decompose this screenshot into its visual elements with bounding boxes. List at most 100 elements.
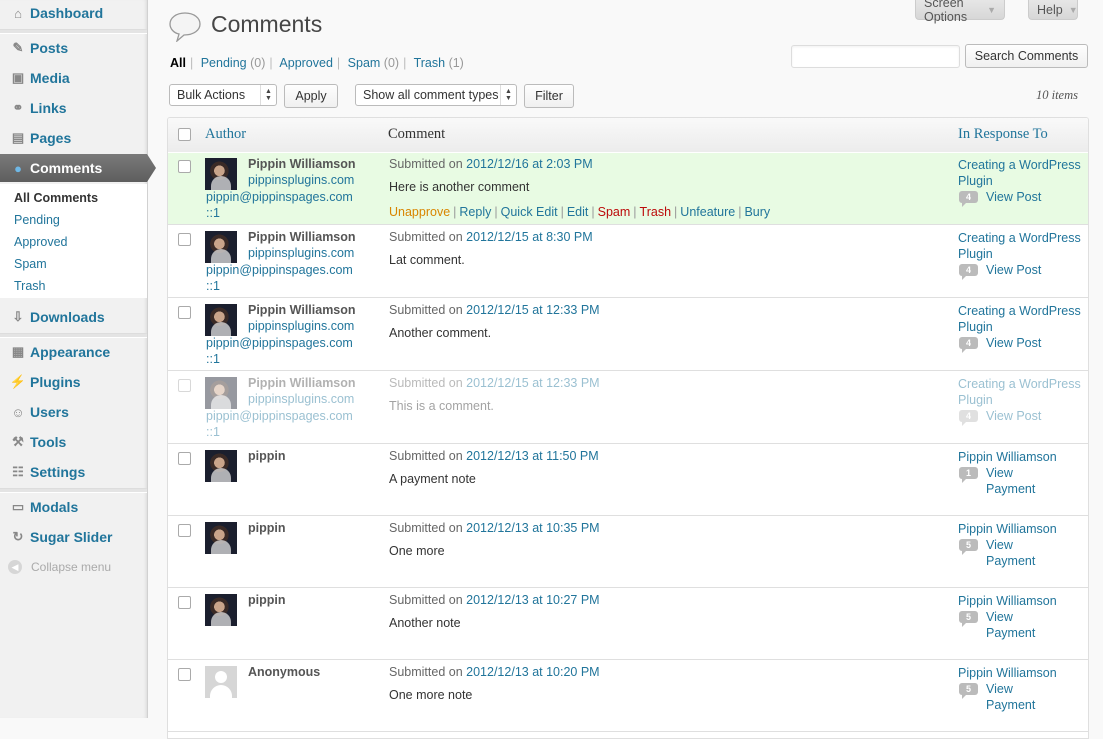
submenu-pending[interactable]: Pending (14, 213, 60, 227)
comment-count-bubble-icon[interactable]: 5 (959, 539, 978, 555)
menu-links[interactable]: ⚭ Links (0, 96, 147, 120)
author-url[interactable]: pippinsplugins.com (248, 392, 354, 406)
response-post-link[interactable]: Creating a WordPress Plugin (958, 303, 1086, 335)
comment-date[interactable]: 2012/12/15 at 12:33 PM (466, 376, 599, 390)
submenu-spam[interactable]: Spam (14, 257, 47, 271)
response-post-link[interactable]: Pippin Williamson (958, 665, 1086, 681)
menu-users[interactable]: ☺ Users (0, 400, 147, 424)
comment-date[interactable]: 2012/12/13 at 11:50 PM (466, 449, 599, 463)
filter-approved[interactable]: Approved (279, 56, 333, 70)
bulk-actions-select[interactable]: Bulk Actions ▲ ▼ (169, 84, 277, 106)
collapse-menu[interactable]: ◀ Collapse menu (8, 560, 111, 574)
view-post-link[interactable]: View Post (986, 408, 1041, 424)
menu-pages[interactable]: ▤ Pages (0, 126, 147, 150)
unfeature-action[interactable]: Unfeature (680, 205, 735, 219)
edit-action[interactable]: Edit (567, 205, 589, 219)
comment-date[interactable]: 2012/12/13 at 10:20 PM (466, 665, 599, 679)
author-email[interactable]: pippin@pippinspages.com (206, 409, 353, 423)
search-comments-button[interactable]: Search Comments (965, 44, 1088, 68)
author-ip[interactable]: ::1 (206, 425, 220, 439)
view-post-link[interactable]: View Post (986, 262, 1041, 278)
menu-dashboard[interactable]: ⌂ Dashboard (0, 1, 147, 25)
column-in-response-to[interactable]: In Response To (958, 126, 1048, 143)
view-post-link[interactable]: View Post (986, 335, 1041, 351)
trash-action[interactable]: Trash (640, 205, 672, 219)
comment-date[interactable]: 2012/12/15 at 8:30 PM (466, 230, 592, 244)
response-post-link[interactable]: Creating a WordPress Plugin (958, 157, 1086, 189)
author-email[interactable]: pippin@pippinspages.com (206, 336, 353, 350)
author-email[interactable]: pippin@pippinspages.com (206, 190, 353, 204)
menu-posts[interactable]: ✎ Posts (0, 36, 147, 60)
row-checkbox[interactable] (178, 524, 191, 537)
comment-count-bubble-icon[interactable]: 5 (959, 683, 978, 699)
menu-settings[interactable]: ☷ Settings (0, 460, 147, 484)
author-ip[interactable]: ::1 (206, 279, 220, 293)
select-all-checkbox[interactable] (178, 128, 191, 141)
search-input[interactable] (791, 45, 960, 68)
menu-comments[interactable]: ● Comments (0, 154, 156, 182)
menu-downloads[interactable]: ⇩ Downloads (0, 305, 147, 329)
row-checkbox[interactable] (178, 596, 191, 609)
spam-action[interactable]: Spam (598, 205, 631, 219)
submitted-on: Submitted on 2012/12/15 at 12:33 PM (389, 376, 600, 390)
author-url[interactable]: pippinsplugins.com (248, 246, 354, 260)
comment-type-select[interactable]: Show all comment types ▲ ▼ (355, 84, 517, 106)
row-checkbox[interactable] (178, 452, 191, 465)
comment-date[interactable]: 2012/12/16 at 2:03 PM (466, 157, 592, 171)
menu-sugar-slider[interactable]: ↻ Sugar Slider (0, 525, 147, 549)
comment-count-bubble-icon[interactable]: 4 (959, 337, 978, 353)
author-ip[interactable]: ::1 (206, 352, 220, 366)
filter-pending[interactable]: Pending (201, 56, 247, 70)
row-checkbox[interactable] (178, 233, 191, 246)
response-post-link[interactable]: Pippin Williamson (958, 449, 1086, 465)
submenu-all-comments[interactable]: All Comments (14, 191, 98, 205)
filter-trash[interactable]: Trash (414, 56, 446, 70)
author-url[interactable]: pippinsplugins.com (248, 319, 354, 333)
row-checkbox[interactable] (178, 379, 191, 392)
comment-count-bubble-icon[interactable]: 4 (959, 410, 978, 426)
plug-icon: ⚡ (9, 374, 27, 389)
filter-button[interactable]: Filter (524, 84, 574, 108)
menu-tools[interactable]: ⚒ Tools (0, 430, 147, 454)
row-checkbox[interactable] (178, 668, 191, 681)
comment-date[interactable]: 2012/12/13 at 10:27 PM (466, 593, 599, 607)
comment-date[interactable]: 2012/12/15 at 12:33 PM (466, 303, 599, 317)
comment-count-bubble-icon[interactable]: 1 (959, 467, 978, 483)
screen-options-tab[interactable]: Screen Options ▼ (915, 0, 1005, 24)
menu-modals[interactable]: ▭ Modals (0, 495, 147, 519)
apply-button[interactable]: Apply (284, 84, 338, 108)
menu-plugins[interactable]: ⚡ Plugins (0, 370, 147, 394)
row-checkbox[interactable] (178, 306, 191, 319)
view-payment-link[interactable]: View Payment (986, 465, 1035, 497)
filter-spam[interactable]: Spam (348, 56, 381, 70)
comment-count-bubble-icon[interactable]: 5 (959, 611, 978, 627)
row-checkbox[interactable] (178, 160, 191, 173)
comment-date[interactable]: 2012/12/13 at 10:35 PM (466, 521, 599, 535)
bury-action[interactable]: Bury (744, 205, 770, 219)
response-post-link[interactable]: Creating a WordPress Plugin (958, 376, 1086, 408)
submenu-approved[interactable]: Approved (14, 235, 68, 249)
menu-media[interactable]: ▣ Media (0, 66, 147, 90)
view-payment-link[interactable]: View Payment (986, 681, 1035, 713)
quick-edit-action[interactable]: Quick Edit (501, 205, 558, 219)
view-payment-link[interactable]: View Payment (986, 537, 1035, 569)
author-email[interactable]: pippin@pippinspages.com (206, 263, 353, 277)
author-ip[interactable]: ::1 (206, 206, 220, 220)
column-author[interactable]: Author (205, 126, 246, 143)
submenu-trash[interactable]: Trash (14, 279, 46, 293)
author-url[interactable]: pippinsplugins.com (248, 173, 354, 187)
reply-action[interactable]: Reply (459, 205, 491, 219)
filter-all[interactable]: All (170, 56, 186, 70)
comment-count-bubble-icon[interactable]: 4 (959, 264, 978, 280)
comment-count-bubble-icon[interactable]: 4 (959, 191, 978, 207)
in-response-to: Pippin Williamson 5 View Payment (958, 593, 1086, 641)
response-post-link[interactable]: Creating a WordPress Plugin (958, 230, 1086, 262)
view-payment-link[interactable]: View Payment (986, 609, 1035, 641)
unapprove-action[interactable]: Unapprove (389, 205, 450, 219)
view-post-link[interactable]: View Post (986, 189, 1041, 205)
menu-appearance[interactable]: ▦ Appearance (0, 340, 147, 364)
author-name: Pippin Williamson (248, 230, 356, 244)
response-post-link[interactable]: Pippin Williamson (958, 521, 1086, 537)
help-tab[interactable]: Help ▼ (1028, 0, 1078, 20)
response-post-link[interactable]: Pippin Williamson (958, 593, 1086, 609)
